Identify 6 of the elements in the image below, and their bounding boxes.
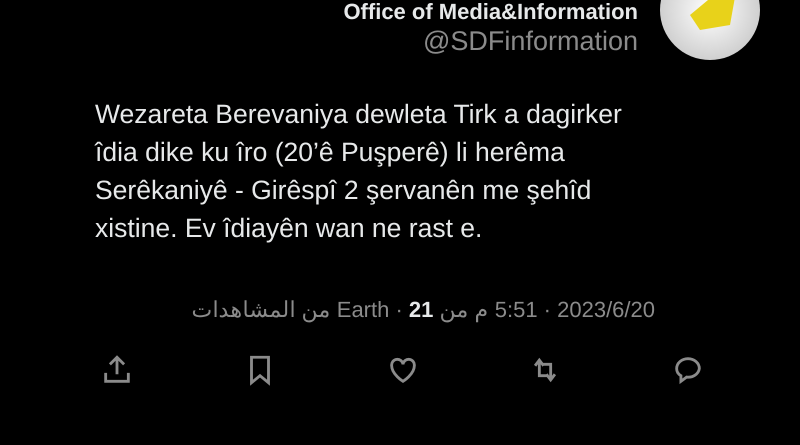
tweet-text-line: xistine. Ev îdiayên wan ne rast e. bbox=[95, 212, 484, 245]
tweet-text-line: îdia dike ku îro (20’ê Puşperê) li herêma bbox=[95, 136, 566, 169]
author-handle: @SDFinformation bbox=[423, 25, 638, 58]
tweet-text-line: Serêkaniyê - Girêspî 2 şervanên me şehîd bbox=[95, 174, 592, 207]
tweet-text-line: Wezareta Berevaniya dewleta Tirk a dagirker bbox=[95, 98, 623, 131]
author-name[interactable]: Office of Media&Information bbox=[343, 0, 638, 24]
